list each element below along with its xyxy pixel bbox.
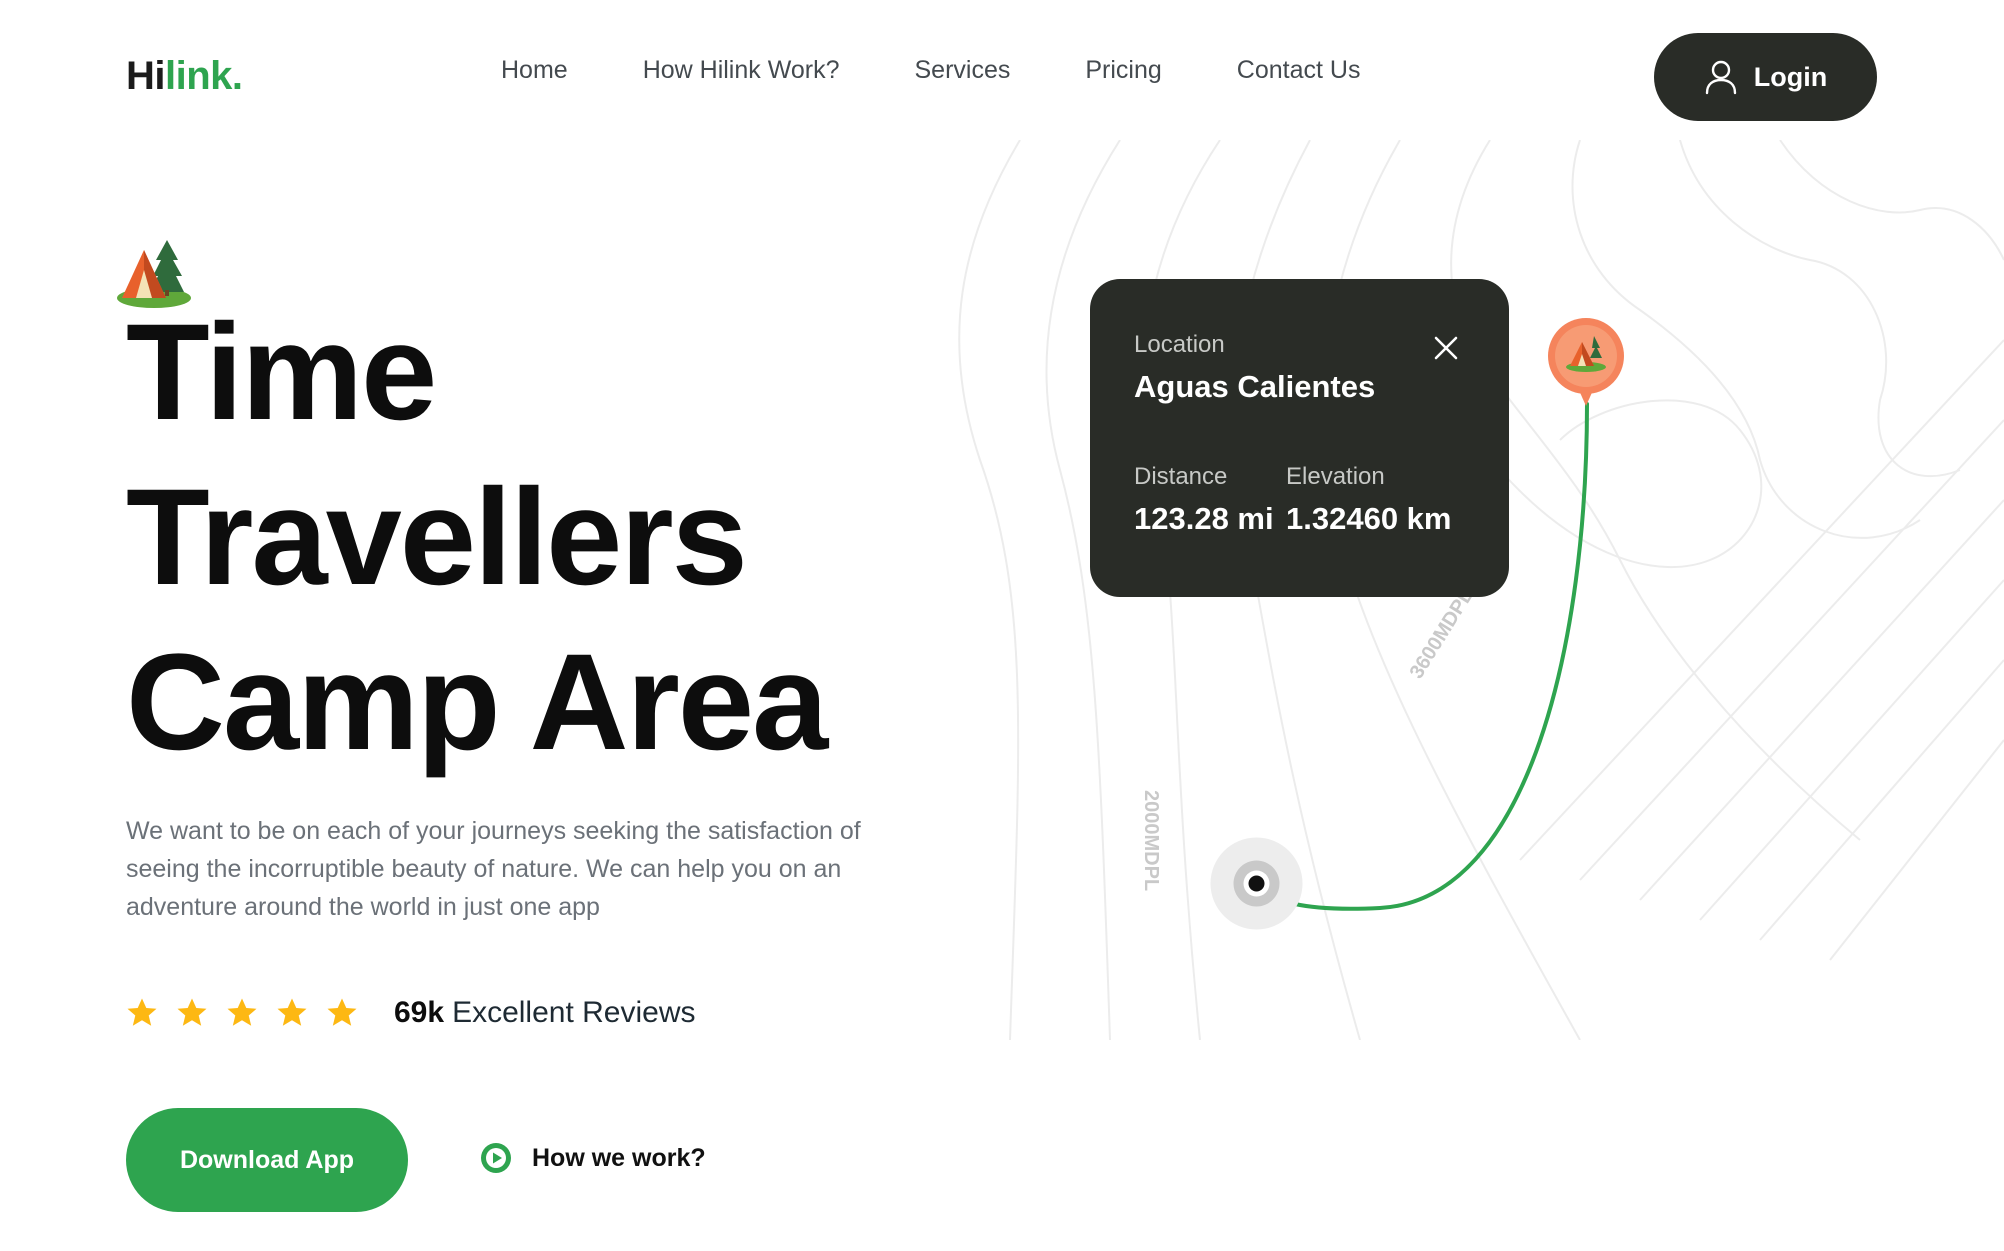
distance-label: Distance bbox=[1134, 463, 1228, 490]
nav-contact-us[interactable]: Contact Us bbox=[1237, 56, 1361, 85]
contour-label-3600: 3600MDPL bbox=[1406, 585, 1478, 682]
login-button[interactable]: Login bbox=[1654, 33, 1877, 121]
location-label: Location bbox=[1134, 331, 1225, 358]
close-icon[interactable] bbox=[1433, 335, 1459, 361]
hero-title-line-1: Time bbox=[126, 296, 437, 449]
login-label: Login bbox=[1753, 61, 1828, 92]
star-rating bbox=[126, 997, 358, 1029]
nav-services[interactable]: Services bbox=[915, 56, 1011, 85]
logo[interactable]: Hilink. bbox=[126, 54, 243, 99]
nav-home[interactable]: Home bbox=[501, 56, 568, 85]
distance-value: 123.28 mi bbox=[1134, 501, 1274, 536]
star-icon bbox=[327, 998, 357, 1026]
review-count: 69k bbox=[394, 996, 445, 1029]
logo-dot: . bbox=[231, 54, 243, 98]
elevation-block: Elevation 1.32460 km bbox=[1286, 463, 1451, 537]
hero-description: We want to be on each of your journeys s… bbox=[126, 817, 861, 921]
play-circle-icon bbox=[481, 1143, 511, 1173]
star-icon bbox=[227, 998, 257, 1026]
nav-how-hilink-work[interactable]: How Hilink Work? bbox=[643, 56, 840, 85]
download-app-label: Download App bbox=[179, 1145, 355, 1174]
logo-part-green: link bbox=[165, 54, 232, 98]
elevation-value: 1.32460 km bbox=[1286, 501, 1452, 536]
nav-pricing[interactable]: Pricing bbox=[1085, 56, 1161, 85]
how-we-work-label: How we work? bbox=[532, 1143, 706, 1172]
review-label: Excellent Reviews bbox=[452, 996, 696, 1029]
location-card: Location Aguas Calientes Distance 123.28… bbox=[1090, 279, 1509, 597]
main-nav: Home How Hilink Work? Services Pricing C… bbox=[501, 56, 1360, 85]
star-icon bbox=[127, 998, 157, 1026]
download-app-button[interactable]: Download App bbox=[126, 1108, 408, 1212]
tent-pin-icon[interactable] bbox=[1546, 316, 1626, 408]
hero-title: Time Travellers Camp Area bbox=[126, 290, 828, 785]
distance-block: Distance 123.28 mi bbox=[1134, 463, 1286, 537]
hero-title-line-3: Camp Area bbox=[126, 626, 828, 779]
logo-part-dark: Hi bbox=[126, 54, 166, 98]
location-name: Aguas Calientes bbox=[1134, 369, 1376, 404]
hero-title-line-2: Travellers bbox=[126, 461, 748, 614]
elevation-label: Elevation bbox=[1286, 463, 1385, 490]
how-we-work-link[interactable]: How we work? bbox=[480, 1142, 706, 1174]
origin-marker-icon[interactable] bbox=[1210, 837, 1303, 930]
user-icon bbox=[1705, 60, 1736, 95]
contour-label-2000: 2000MDPL bbox=[1140, 790, 1162, 891]
rating: 69k Excellent Reviews bbox=[126, 996, 696, 1030]
star-icon bbox=[277, 998, 307, 1026]
star-icon bbox=[177, 998, 207, 1026]
